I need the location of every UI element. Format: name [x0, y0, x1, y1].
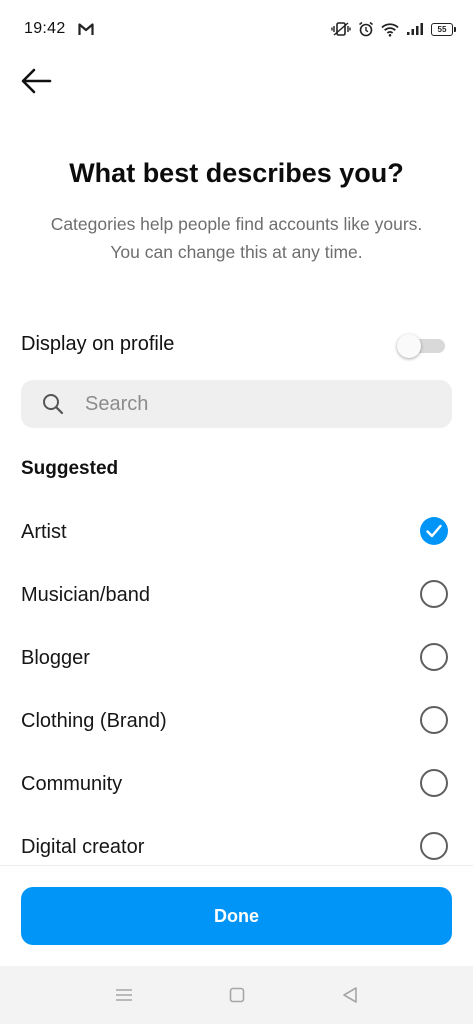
- suggested-heading: Suggested: [21, 458, 119, 479]
- page-subtitle: Categories help people find accounts lik…: [30, 210, 443, 266]
- status-icons: 55: [331, 19, 456, 39]
- status-time: 19:42: [24, 20, 66, 37]
- toggle-knob: [397, 334, 421, 358]
- radio-button[interactable]: [420, 832, 448, 860]
- alarm-icon: [359, 21, 373, 37]
- radio-button[interactable]: [420, 580, 448, 608]
- category-label: Musician/band: [21, 584, 150, 606]
- radio-button[interactable]: [420, 769, 448, 797]
- vibrate-icon: [331, 22, 351, 36]
- footer-divider: [0, 865, 473, 866]
- system-nav-bar: [0, 966, 473, 1024]
- signal-icon: [407, 23, 423, 35]
- category-list: Artist Musician/band Blogger Clothing (B…: [0, 501, 473, 879]
- category-item-clothing-brand[interactable]: Clothing (Brand): [0, 690, 473, 753]
- category-item-artist[interactable]: Artist: [0, 501, 473, 564]
- search-icon: [41, 392, 65, 416]
- category-item-blogger[interactable]: Blogger: [0, 627, 473, 690]
- category-item-community[interactable]: Community: [0, 753, 473, 816]
- back-button[interactable]: [18, 64, 54, 98]
- radio-button[interactable]: [420, 643, 448, 671]
- category-item-digital-creator[interactable]: Digital creator: [0, 816, 473, 879]
- home-square-icon: [229, 987, 245, 1003]
- nav-menu-button[interactable]: [110, 982, 138, 1008]
- subtitle-line-2: You can change this at any time.: [110, 242, 363, 262]
- category-label: Clothing (Brand): [21, 710, 167, 732]
- done-button[interactable]: Done: [21, 887, 452, 945]
- nav-back-button[interactable]: [336, 982, 364, 1008]
- search-input[interactable]: [83, 391, 427, 417]
- display-on-profile-label: Display on profile: [21, 333, 175, 355]
- category-label: Community: [21, 773, 123, 795]
- battery-icon: 55: [431, 22, 456, 36]
- status-bar: 19:42 55: [0, 0, 473, 58]
- category-label: Artist: [21, 521, 67, 543]
- arrow-left-icon: [21, 68, 52, 94]
- category-label: Blogger: [21, 647, 90, 669]
- menu-icon: [116, 989, 132, 1001]
- checkmark-icon: [426, 524, 442, 538]
- page-title: What best describes you?: [69, 158, 404, 188]
- nav-home-button[interactable]: [223, 982, 251, 1008]
- category-item-musician-band[interactable]: Musician/band: [0, 564, 473, 627]
- category-label: Digital creator: [21, 836, 145, 858]
- display-on-profile-toggle[interactable]: [397, 334, 445, 358]
- radio-button[interactable]: [420, 706, 448, 734]
- radio-button-checked[interactable]: [420, 517, 448, 545]
- wifi-icon: [381, 22, 399, 37]
- gmail-icon: [78, 23, 94, 35]
- display-on-profile-row: Display on profile: [0, 322, 473, 368]
- back-triangle-icon: [343, 987, 357, 1003]
- subtitle-line-1: Categories help people find accounts lik…: [50, 214, 423, 234]
- search-bar[interactable]: [21, 380, 452, 428]
